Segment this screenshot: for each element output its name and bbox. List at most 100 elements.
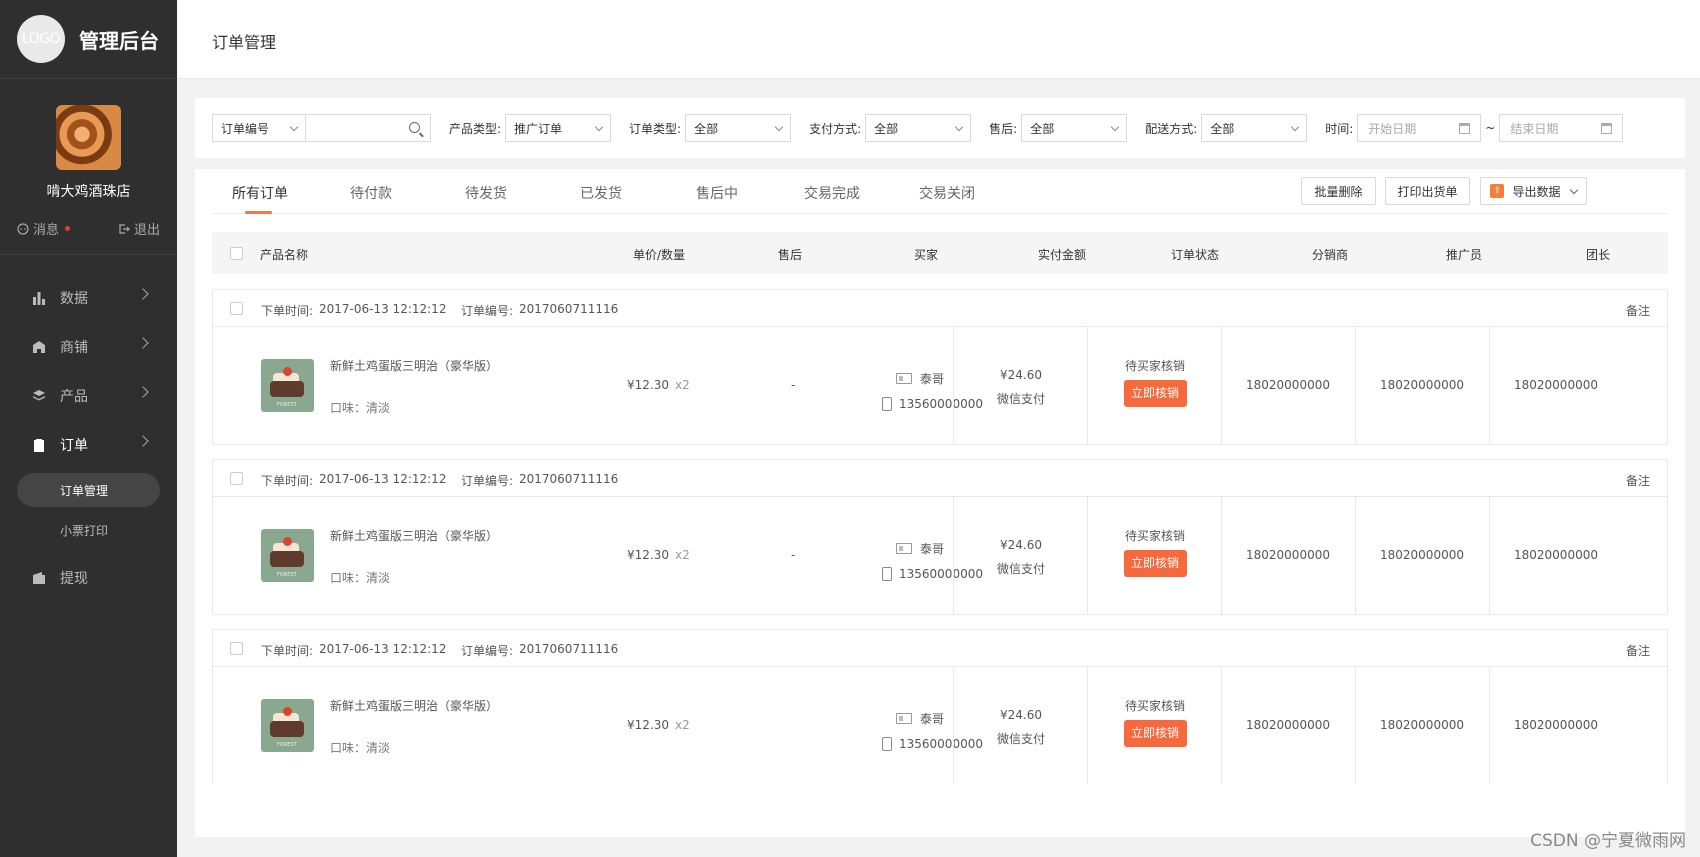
remark-link[interactable]: 备注 [1626, 642, 1650, 659]
table-header: 产品名称 单价/数量 售后 买家 实付金额 订单状态 分销商 推广员 团长 [212, 232, 1668, 274]
select-all-checkbox[interactable] [230, 247, 243, 260]
leader-value: 18020000000 [1514, 718, 1598, 732]
delivery-select[interactable]: 全部 [1201, 114, 1308, 142]
batch-delete-button[interactable]: 批量删除 [1301, 177, 1376, 205]
start-date-input[interactable]: 开始日期 [1357, 114, 1482, 142]
orders-panel: 所有订单 待付款 待发货 已发货 售后中 交易完成 交易关闭 批量删除 打印出货… [195, 169, 1685, 837]
verify-now-button[interactable]: 立即核销 [1123, 550, 1187, 577]
order-checkbox[interactable] [230, 642, 243, 655]
leader-value: 18020000000 [1514, 548, 1598, 562]
tab-pending-payment[interactable]: 待付款 [350, 183, 392, 203]
order-no-label: 订单编号: [461, 474, 514, 488]
order-time-label: 下单时间: [261, 304, 314, 318]
unread-dot [65, 226, 71, 231]
paid-amount: ¥24.60 [1000, 538, 1042, 552]
search-icon[interactable] [409, 122, 420, 133]
unit-price: ¥12.30 x2 [627, 548, 690, 562]
product-type-select[interactable]: 推广订单 [505, 114, 612, 142]
unit-price: ¥12.30 x2 [627, 718, 690, 732]
payment-select[interactable]: 全部 [865, 114, 972, 142]
sub-item-order-manage[interactable]: 订单管理 [17, 473, 160, 507]
tab-shipped[interactable]: 已发货 [580, 183, 622, 203]
end-date-input[interactable]: 结束日期 [1499, 114, 1624, 142]
end-date-placeholder: 结束日期 [1510, 121, 1559, 136]
promoter-value: 18020000000 [1380, 548, 1464, 562]
price-value: ¥12.30 [627, 718, 669, 732]
top-header: 订单管理 [177, 0, 1700, 79]
product-flavor: 口味：清淡 [330, 571, 391, 585]
shop-icon [33, 340, 45, 353]
buyer-name: 泰哥 [920, 372, 945, 386]
nav-item-order[interactable]: 订单 [0, 420, 177, 469]
id-card-icon [896, 373, 912, 384]
phone-icon [882, 396, 892, 411]
print-invoice-button[interactable]: 打印出货单 [1385, 177, 1470, 205]
aftersale-select[interactable]: 全部 [1021, 114, 1128, 142]
order-body: FOREST 新鲜土鸡蛋版三明治（豪华版） 口味：清淡 ¥12.30 x2 - 泰… [213, 497, 1667, 614]
message-icon [17, 222, 29, 235]
nav-label: 商铺 [60, 339, 88, 356]
remark-link[interactable]: 备注 [1626, 302, 1650, 319]
order-checkbox[interactable] [230, 472, 243, 485]
remark-link[interactable]: 备注 [1626, 472, 1650, 489]
product-name[interactable]: 新鲜土鸡蛋版三明治（豪华版） [330, 697, 498, 714]
col-leader: 团长 [1586, 248, 1611, 262]
status-text: 待买家核销 [1124, 529, 1185, 543]
tab-pending-shipment[interactable]: 待发货 [465, 183, 507, 203]
aftersale-value: - [791, 548, 796, 562]
id-card-icon [896, 543, 912, 554]
order-type-select[interactable]: 全部 [685, 114, 792, 142]
order-checkbox[interactable] [230, 302, 243, 315]
layers-icon [33, 389, 45, 400]
order-type-value: 全部 [694, 121, 719, 136]
chevron-right-icon [137, 386, 149, 398]
promoter-value: 18020000000 [1380, 378, 1464, 392]
paid-amount: ¥24.60 [1000, 708, 1042, 722]
product-name[interactable]: 新鲜土鸡蛋版三明治（豪华版） [330, 527, 498, 544]
chevron-down-icon [289, 122, 299, 132]
product-flavor: 口味：清淡 [330, 741, 391, 755]
verify-now-button[interactable]: 立即核销 [1123, 380, 1187, 407]
tab-closed[interactable]: 交易关闭 [919, 183, 975, 203]
aftersale-value: 全部 [1030, 121, 1055, 136]
logout-label: 退出 [133, 223, 160, 238]
nav-label: 数据 [60, 290, 88, 307]
nav-item-data[interactable]: 数据 [0, 273, 177, 322]
search-type-select[interactable]: 订单编号 [212, 114, 306, 142]
chevron-down-icon [1290, 122, 1300, 132]
sub-item-receipt-print[interactable]: 小票打印 [17, 513, 160, 547]
bar-chart-icon [33, 291, 45, 305]
messages-link[interactable]: 消息 [17, 219, 71, 238]
tab-all[interactable]: 所有订单 [232, 183, 288, 203]
product-thumbnail: FOREST [261, 529, 314, 582]
logout-link[interactable]: 退出 [118, 219, 160, 238]
order-no: 2017060711116 [519, 642, 619, 656]
product-name[interactable]: 新鲜土鸡蛋版三明治（豪华版） [330, 357, 498, 374]
nav-label: 提现 [60, 570, 88, 587]
order-header: 下单时间: 2017-06-13 12:12:12 订单编号: 20170607… [213, 460, 1667, 497]
tab-aftersale[interactable]: 售后中 [696, 183, 738, 203]
col-promoter: 推广员 [1446, 248, 1483, 262]
shop-name: 啃大鸡酒珠店 [46, 184, 131, 200]
pay-method: 微信支付 [996, 562, 1045, 576]
sidebar-header: LOGO 管理后台 [0, 0, 177, 79]
search-input[interactable] [306, 114, 431, 142]
logout-icon [119, 223, 130, 234]
watermark: CSDN @宁夏微雨网 [1530, 831, 1686, 851]
quantity: x2 [675, 718, 690, 732]
distributor-value: 18020000000 [1246, 718, 1330, 732]
nav-item-shop[interactable]: 商铺 [0, 322, 177, 371]
aftersale-label: 售后: [989, 121, 1018, 136]
order-body: FOREST 新鲜土鸡蛋版三明治（豪华版） 口味：清淡 ¥12.30 x2 泰哥 … [213, 667, 1667, 784]
product-flavor: 口味：清淡 [330, 401, 391, 415]
nav-item-product[interactable]: 产品 [0, 371, 177, 420]
paid-amount: ¥24.60 [1000, 368, 1042, 382]
order-header: 下单时间: 2017-06-13 12:12:12 订单编号: 20170607… [213, 290, 1667, 327]
nav-item-withdraw[interactable]: 提现 [0, 553, 177, 602]
order-header: 下单时间: 2017-06-13 12:12:12 订单编号: 20170607… [213, 630, 1667, 667]
tab-completed[interactable]: 交易完成 [804, 183, 860, 203]
export-button[interactable]: ⇪ 导出数据 [1480, 177, 1587, 205]
verify-now-button[interactable]: 立即核销 [1123, 720, 1187, 747]
order-time-label: 下单时间: [261, 644, 314, 658]
chevron-down-icon [1110, 122, 1120, 132]
